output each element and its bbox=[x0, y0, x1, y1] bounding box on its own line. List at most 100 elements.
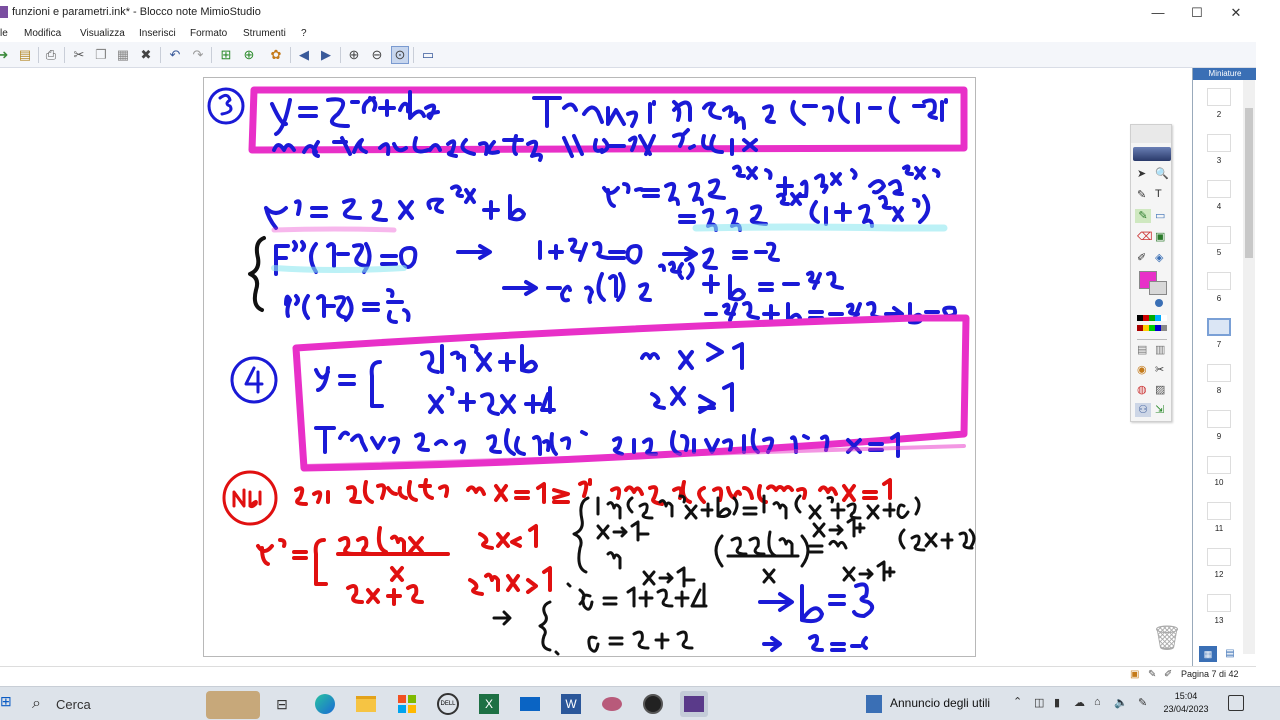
text-tool-icon[interactable]: T bbox=[1155, 188, 1162, 200]
color-palette[interactable] bbox=[1137, 315, 1167, 335]
zoom-fit-icon[interactable]: ⊙ bbox=[391, 46, 409, 64]
obs-icon[interactable] bbox=[639, 691, 667, 717]
presenter-icon[interactable] bbox=[598, 691, 626, 717]
page-thumbnail[interactable] bbox=[1207, 548, 1231, 566]
minimize-button[interactable]: — bbox=[1138, 2, 1178, 24]
page-thumbnail-number: 11 bbox=[1214, 524, 1224, 533]
pen-menu-icon[interactable]: ✎ bbox=[1138, 696, 1147, 709]
screen-icon[interactable]: ▨ bbox=[1155, 383, 1165, 396]
news-widget-label[interactable]: Annuncio degli utili bbox=[890, 696, 990, 710]
menu-modifica[interactable]: Modifica bbox=[24, 28, 61, 39]
page-thumbnail-number: 4 bbox=[1216, 202, 1222, 211]
close-button[interactable]: ✕ bbox=[1216, 2, 1256, 24]
print-icon[interactable]: ⎙ bbox=[42, 46, 60, 64]
gallery-tool-icon[interactable]: ⚇ bbox=[1135, 403, 1151, 417]
highlighter-tool-icon[interactable]: ✎ bbox=[1135, 209, 1151, 223]
chevron-up-icon[interactable]: ⌃ bbox=[1013, 695, 1022, 708]
previous-page-icon[interactable]: ◀ bbox=[295, 46, 313, 64]
notebook-page[interactable] bbox=[203, 77, 976, 657]
camera-icon[interactable]: ◫ bbox=[1034, 696, 1044, 709]
eraser-tool-icon[interactable]: ⌫ bbox=[1137, 230, 1153, 243]
volume-icon[interactable]: 🔈 bbox=[1114, 696, 1128, 709]
page-thumbnail-selected[interactable] bbox=[1207, 318, 1231, 336]
file-explorer-icon[interactable] bbox=[352, 691, 380, 717]
mail-icon[interactable] bbox=[516, 691, 544, 717]
reveal-icon[interactable]: ✂ bbox=[1155, 363, 1164, 376]
zoom-in-icon[interactable]: ⊕ bbox=[345, 46, 363, 64]
notification-center-icon[interactable] bbox=[1228, 695, 1244, 711]
ink-canvas bbox=[207, 86, 976, 656]
menu-inserisci[interactable]: Inserisci bbox=[139, 28, 176, 39]
title-bar: funzioni e parametri.ink* - Blocco note … bbox=[0, 0, 1280, 26]
gallery-view-icon[interactable]: ▤ bbox=[1221, 646, 1239, 662]
status-pen-icon: ✎ bbox=[1148, 669, 1157, 680]
page-thumbnail[interactable] bbox=[1207, 410, 1231, 428]
tools-palette: ➤ 🔍 ✎ T ✎ ▭ ⌫ ▣ ✐ ◈ ▤ ▥ ◉ ✂ ◍ ▨ ⚇ ⇲ bbox=[1130, 124, 1172, 422]
import-tool-icon[interactable]: ⇲ bbox=[1155, 403, 1164, 416]
gallery-icon[interactable]: ✿ bbox=[267, 46, 285, 64]
menu-formato[interactable]: Formato bbox=[190, 28, 227, 39]
onedrive-icon[interactable]: ☁ bbox=[1074, 696, 1085, 709]
page-thumbnail[interactable] bbox=[1207, 226, 1231, 244]
zoom-out-icon[interactable]: ⊖ bbox=[368, 46, 386, 64]
store-icon[interactable] bbox=[393, 691, 421, 717]
delete-icon[interactable]: ✖ bbox=[137, 46, 155, 64]
shape-tool-icon[interactable]: ▭ bbox=[1155, 209, 1165, 222]
taskbar-search[interactable]: ⌕ Cerca bbox=[22, 691, 262, 719]
menu-strumenti[interactable]: Strumenti bbox=[243, 28, 286, 39]
mimiostudio-taskbar-icon[interactable] bbox=[680, 691, 708, 717]
page-thumbnail[interactable] bbox=[1207, 272, 1231, 290]
page-thumbnail[interactable] bbox=[1207, 364, 1231, 382]
select-tool-icon[interactable]: ➤ bbox=[1137, 167, 1146, 180]
duplicate-page-icon[interactable]: ⊕ bbox=[240, 46, 258, 64]
task-view-icon[interactable]: ⊟ bbox=[268, 691, 296, 717]
redo-icon[interactable]: ↷ bbox=[189, 46, 207, 64]
page-thumbnail[interactable] bbox=[1207, 88, 1231, 106]
recorder-icon[interactable]: ◍ bbox=[1137, 383, 1147, 396]
scrollbar-thumb[interactable] bbox=[1245, 108, 1253, 258]
page-thumbnail-number: 3 bbox=[1216, 156, 1222, 165]
page-thumbnail[interactable] bbox=[1207, 594, 1231, 612]
taskbar-clock[interactable]: 15:04 23/04/2023 bbox=[1160, 690, 1212, 716]
thickness-slider[interactable] bbox=[1155, 299, 1163, 307]
line-style-icon[interactable]: ▤ bbox=[1137, 343, 1147, 356]
status-bar: ▣ ✎ ✐ Pagina 7 di 42 bbox=[0, 666, 1256, 684]
fill-swatch[interactable] bbox=[1149, 281, 1167, 295]
dell-icon[interactable]: DELL bbox=[434, 691, 462, 717]
menu-file[interactable]: le bbox=[0, 28, 8, 39]
thumbnail-scrollbar[interactable] bbox=[1243, 80, 1255, 654]
spotlight-icon[interactable]: ◉ bbox=[1137, 363, 1147, 376]
excel-icon[interactable]: X bbox=[475, 691, 503, 717]
fill-tool-icon[interactable]: ◈ bbox=[1155, 251, 1163, 264]
page-layout-icon[interactable]: ▭ bbox=[419, 46, 437, 64]
menu-help[interactable]: ? bbox=[301, 28, 307, 39]
dropper-tool-icon[interactable]: ✐ bbox=[1137, 251, 1146, 264]
line-end-icon[interactable]: ▥ bbox=[1155, 343, 1165, 356]
page-thumbnail[interactable] bbox=[1207, 180, 1231, 198]
news-icon[interactable] bbox=[866, 695, 882, 713]
maximize-button[interactable]: ☐ bbox=[1177, 2, 1217, 24]
start-button[interactable]: ⊞ bbox=[0, 693, 16, 715]
copy-icon[interactable]: ❐ bbox=[92, 46, 110, 64]
pen-tool-icon[interactable]: ✎ bbox=[1137, 188, 1146, 201]
palette-header[interactable] bbox=[1131, 125, 1171, 143]
open-icon[interactable]: ➜ bbox=[0, 46, 12, 64]
page-thumbnail[interactable] bbox=[1207, 134, 1231, 152]
next-page-icon[interactable]: ▶ bbox=[317, 46, 335, 64]
page-thumbnail[interactable] bbox=[1207, 502, 1231, 520]
new-page-icon[interactable]: ⊞ bbox=[217, 46, 235, 64]
word-icon[interactable]: W bbox=[557, 691, 585, 717]
save-icon[interactable]: ▤ bbox=[16, 46, 34, 64]
zoom-tool-icon[interactable]: 🔍 bbox=[1155, 167, 1169, 180]
edge-icon[interactable] bbox=[311, 691, 339, 717]
thumbnail-view-icon[interactable]: ▦ bbox=[1199, 646, 1217, 662]
page-thumbnail[interactable] bbox=[1207, 456, 1231, 474]
undo-icon[interactable]: ↶ bbox=[166, 46, 184, 64]
network-icon[interactable]: ⌂ bbox=[1094, 696, 1101, 708]
paste-icon[interactable]: ▦ bbox=[114, 46, 132, 64]
image-tool-icon[interactable]: ▣ bbox=[1155, 230, 1165, 243]
trash-icon[interactable]: 🗑 bbox=[1152, 624, 1182, 654]
mic-icon[interactable]: ▮ bbox=[1054, 696, 1060, 709]
menu-visualizza[interactable]: Visualizza bbox=[80, 28, 125, 39]
cut-icon[interactable]: ✂ bbox=[70, 46, 88, 64]
